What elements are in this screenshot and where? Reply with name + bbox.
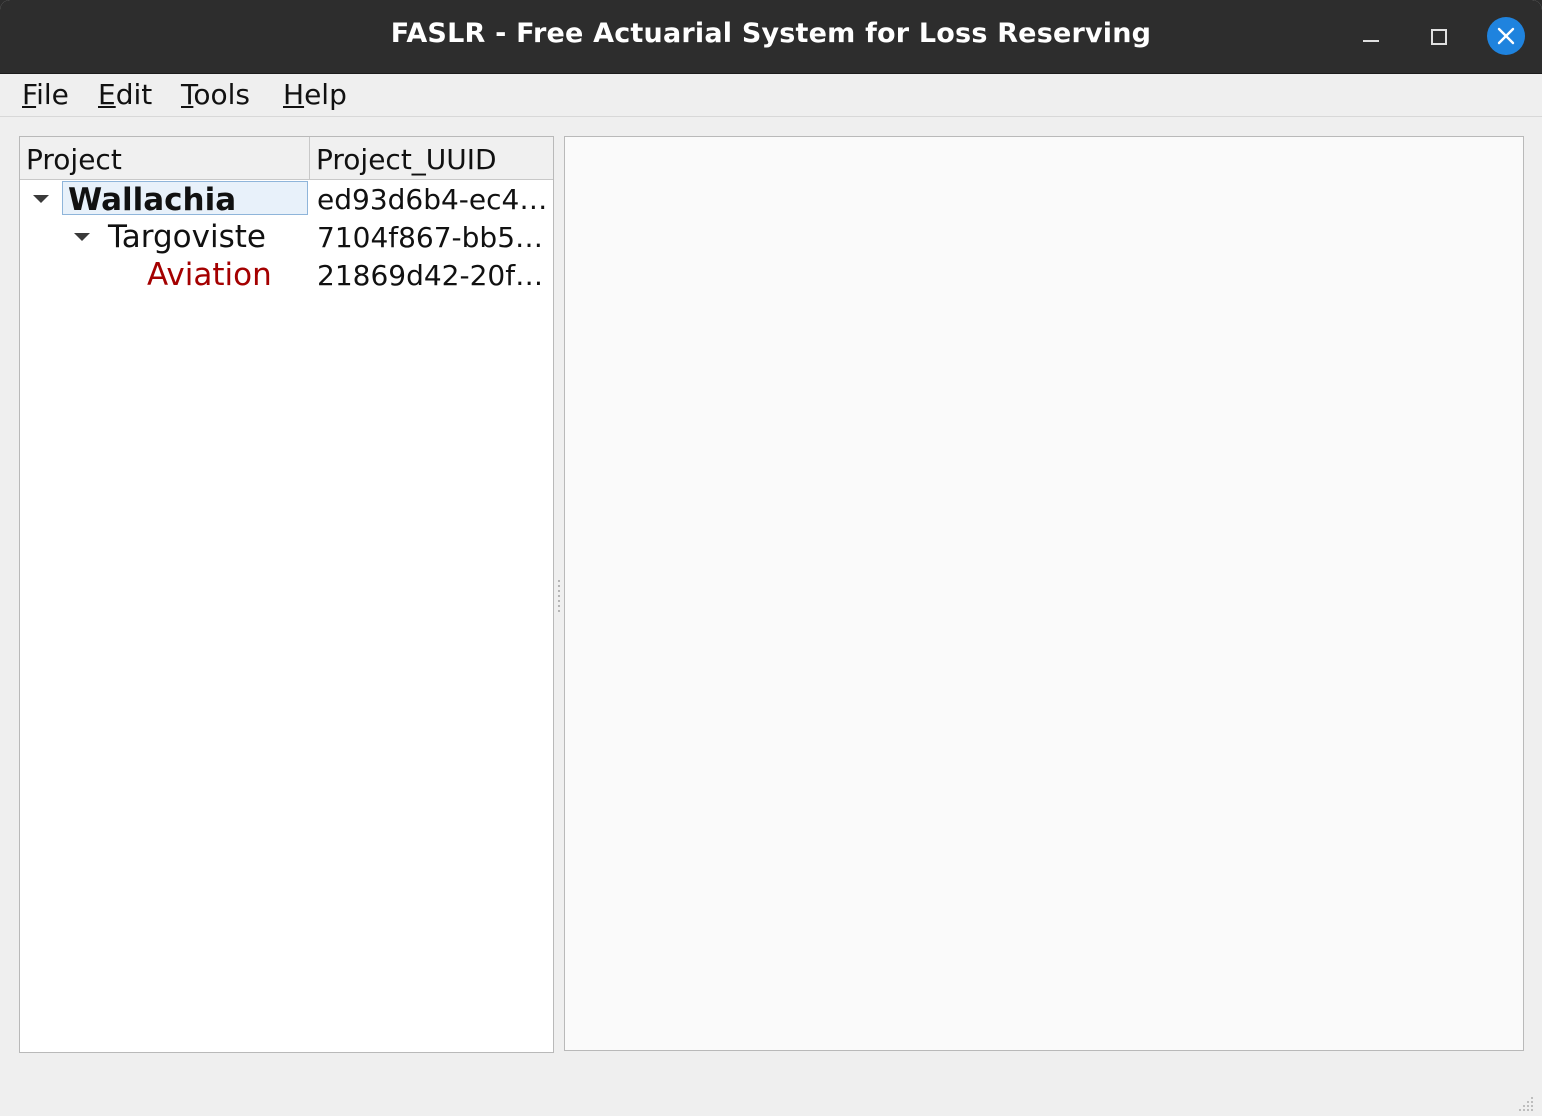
maximize-icon: [1431, 29, 1447, 45]
tree-row[interactable]: Aviation 21869d42-20f…: [20, 256, 553, 294]
expand-arrow-icon[interactable]: [74, 233, 90, 241]
tree-row[interactable]: Wallachia ed93d6b4-ec4…: [20, 180, 553, 218]
tree-node-uuid[interactable]: ed93d6b4-ec4…: [317, 180, 549, 220]
panel-splitter[interactable]: [556, 580, 562, 616]
menu-bar: File Edit Tools Help: [0, 74, 1542, 117]
minimize-icon: [1363, 40, 1379, 42]
menu-tools-label: ools: [193, 78, 250, 111]
tree-node-label[interactable]: Aviation: [147, 256, 272, 294]
tree-node-uuid[interactable]: 7104f867-bb5…: [317, 218, 549, 258]
menu-help[interactable]: Help: [283, 78, 347, 111]
resize-grip-icon[interactable]: [1518, 1096, 1534, 1112]
close-button[interactable]: [1487, 17, 1525, 55]
header-project[interactable]: Project: [20, 137, 310, 179]
window-title: FASLR - Free Actuarial System for Loss R…: [390, 18, 1152, 49]
menu-file-mnemonic: F: [22, 78, 37, 111]
menu-help-label: elp: [304, 78, 347, 111]
minimize-button[interactable]: [1351, 16, 1391, 56]
header-project-uuid[interactable]: Project_UUID: [310, 137, 553, 179]
title-bar[interactable]: FASLR - Free Actuarial System for Loss R…: [0, 0, 1542, 74]
menu-tools-mnemonic: T: [181, 78, 194, 111]
menu-tools[interactable]: Tools: [181, 78, 250, 111]
menu-edit[interactable]: Edit: [98, 78, 152, 111]
menu-edit-label: dit: [115, 78, 153, 111]
detail-panel: [564, 136, 1524, 1051]
tree-node-uuid[interactable]: 21869d42-20f…: [317, 256, 549, 296]
close-icon: [1497, 27, 1515, 45]
tree-row[interactable]: Targoviste 7104f867-bb5…: [20, 218, 553, 256]
menu-file[interactable]: File: [22, 78, 69, 111]
project-tree[interactable]: Project Project_UUID Wallachia ed93d6b4-…: [19, 136, 554, 1053]
tree-node-label[interactable]: Wallachia: [62, 181, 308, 218]
tree-header: Project Project_UUID: [20, 137, 553, 180]
expand-arrow-icon[interactable]: [33, 195, 49, 203]
menu-help-mnemonic: H: [283, 78, 305, 111]
tree-node-label[interactable]: Targoviste: [108, 218, 266, 256]
maximize-button[interactable]: [1419, 16, 1459, 56]
menu-file-label: ile: [36, 78, 69, 111]
menu-edit-mnemonic: E: [98, 78, 116, 111]
main-window: FASLR - Free Actuarial System for Loss R…: [0, 0, 1542, 1116]
